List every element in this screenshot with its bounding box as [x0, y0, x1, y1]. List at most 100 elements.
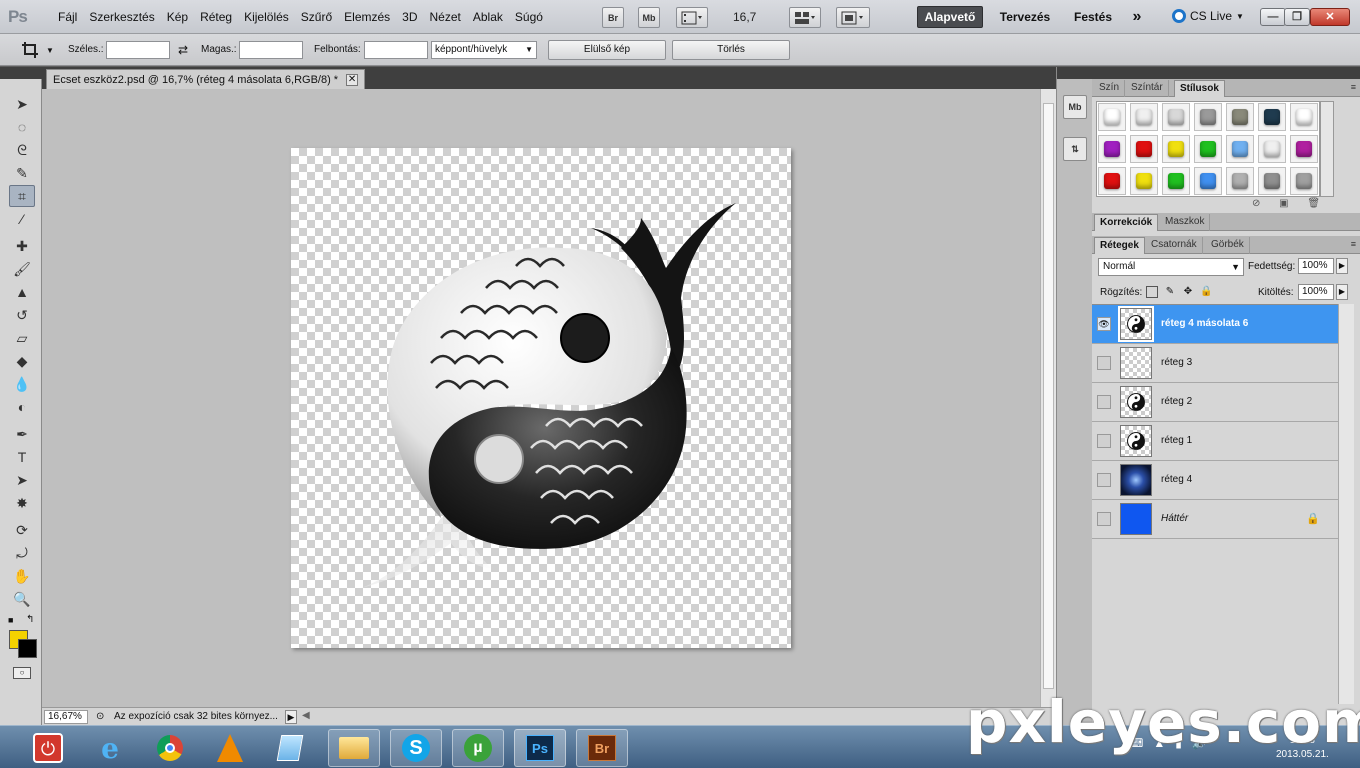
lock-all-icon[interactable]: 🔒	[1200, 286, 1212, 298]
layers-scrollbar[interactable]	[1338, 304, 1354, 704]
eyedropper-tool-icon[interactable]: ⁄	[9, 208, 35, 230]
clone-stamp-tool-icon[interactable]: ▲	[9, 281, 35, 303]
style-swatch[interactable]	[1194, 167, 1222, 195]
blur-tool-icon[interactable]: 💧	[9, 373, 35, 395]
resolution-input[interactable]	[364, 41, 428, 59]
document-info-icon[interactable]: ⊙	[96, 711, 104, 722]
fill-input[interactable]: 100%	[1298, 284, 1334, 300]
style-swatch[interactable]	[1162, 135, 1190, 163]
notes-button[interactable]	[264, 729, 316, 767]
workspace-more-button[interactable]: »	[1126, 6, 1148, 28]
layer-row[interactable]: réteg 3	[1092, 344, 1338, 383]
layer-row[interactable]: réteg 1	[1092, 422, 1338, 461]
menu-image[interactable]: Kép	[161, 10, 194, 24]
marquee-tool-icon[interactable]: ◌	[9, 116, 35, 138]
panel-menu-icon[interactable]: ≡	[1351, 239, 1356, 249]
clear-button[interactable]: Törlés	[672, 40, 790, 60]
style-swatch[interactable]	[1098, 103, 1126, 131]
style-swatch[interactable]	[1194, 135, 1222, 163]
minimize-button[interactable]: —	[1260, 8, 1286, 26]
visibility-eye-icon[interactable]	[1097, 473, 1111, 487]
hscroll-left-icon[interactable]: ◀	[302, 710, 310, 721]
move-tool-icon[interactable]: ➤	[9, 93, 35, 115]
layer-row[interactable]: Háttér 🔒	[1092, 500, 1338, 539]
menu-edit[interactable]: Szerkesztés	[83, 10, 160, 24]
type-tool-icon[interactable]: T	[9, 446, 35, 468]
resolution-unit-select[interactable]: képpont/hüvelyk ▼	[431, 41, 537, 59]
style-swatch[interactable]	[1162, 167, 1190, 195]
width-input[interactable]	[106, 41, 170, 59]
arrange-documents-button[interactable]	[789, 7, 821, 28]
blend-mode-select[interactable]: Normál ▼	[1098, 258, 1244, 276]
height-input[interactable]	[239, 41, 303, 59]
style-swatch[interactable]	[1194, 103, 1222, 131]
style-swatch[interactable]	[1130, 167, 1158, 195]
front-image-button[interactable]: Elülső kép	[548, 40, 666, 60]
skype-button[interactable]: S	[390, 729, 442, 767]
panels-header[interactable]	[1092, 67, 1360, 79]
close-button[interactable]: ✕	[1310, 8, 1350, 26]
healing-brush-tool-icon[interactable]: ✚	[9, 235, 35, 257]
bridge-button[interactable]: Br	[602, 7, 624, 28]
workspace-painting[interactable]: Festés	[1068, 6, 1118, 28]
style-swatch[interactable]	[1290, 103, 1318, 131]
style-swatch[interactable]	[1290, 167, 1318, 195]
tab-curves[interactable]: Görbék	[1206, 237, 1250, 254]
chrome-button[interactable]	[144, 729, 196, 767]
internet-explorer-button[interactable]: e	[84, 729, 136, 767]
tool-preset-chevron-icon[interactable]: ▼	[46, 46, 54, 55]
menu-view[interactable]: Nézet	[424, 10, 467, 24]
workspace-design[interactable]: Tervezés	[992, 6, 1058, 28]
style-swatch[interactable]	[1226, 103, 1254, 131]
tab-styles[interactable]: Stílusok	[1174, 80, 1225, 97]
document-tab[interactable]: Ecset eszköz2.psd @ 16,7% (réteg 4 másol…	[46, 69, 366, 89]
style-swatch[interactable]	[1258, 167, 1286, 195]
quick-selection-tool-icon[interactable]: ✎	[9, 162, 35, 184]
bridge-taskbar-button[interactable]: Br	[576, 729, 628, 767]
dodge-tool-icon[interactable]: ◐	[9, 396, 35, 418]
layer-row[interactable]: 👁 réteg 4 másolata 6	[1092, 305, 1338, 344]
style-swatch[interactable]	[1162, 103, 1190, 131]
cs-live-button[interactable]: CS Live ▼	[1172, 9, 1244, 23]
restore-button[interactable]: ❐	[1284, 8, 1310, 26]
eraser-tool-icon[interactable]: ▱	[9, 327, 35, 349]
style-swatch[interactable]	[1258, 103, 1286, 131]
background-color-swatch[interactable]	[18, 639, 37, 658]
styles-scrollbar[interactable]	[1320, 101, 1334, 197]
view-extras-button[interactable]	[676, 7, 708, 28]
layer-row[interactable]: réteg 4	[1092, 461, 1338, 500]
styles-footer-icons[interactable]: ⊘ ▣ 🗑	[1252, 198, 1328, 209]
toolbox-header[interactable]	[0, 67, 42, 79]
menu-filter[interactable]: Szűrő	[295, 10, 338, 24]
menu-select[interactable]: Kijelölés	[238, 10, 295, 24]
3d-orbit-tool-icon[interactable]: ⤾	[9, 542, 35, 564]
style-swatch[interactable]	[1226, 135, 1254, 163]
scrollbar-thumb[interactable]	[1043, 103, 1054, 689]
menu-3d[interactable]: 3D	[396, 10, 423, 24]
history-brush-tool-icon[interactable]: ↺	[9, 304, 35, 326]
tab-color[interactable]: Szín	[1094, 80, 1126, 97]
utorrent-button[interactable]: µ	[452, 729, 504, 767]
explorer-button[interactable]	[328, 729, 380, 767]
lock-position-icon[interactable]: ✥	[1182, 286, 1194, 298]
style-swatch[interactable]	[1098, 135, 1126, 163]
tab-swatches[interactable]: Színtár	[1126, 80, 1169, 97]
brush-tool-icon[interactable]: 🖌	[9, 258, 35, 280]
swap-colors-icon[interactable]: ↰	[26, 614, 34, 625]
tab-channels[interactable]: Csatornák	[1146, 237, 1203, 254]
screen-mode-button[interactable]	[836, 7, 870, 28]
crop-tool-icon[interactable]: ⌗	[9, 185, 35, 207]
photoshop-taskbar-button[interactable]: Ps	[514, 729, 566, 767]
shutdown-button[interactable]: ⏻	[22, 729, 74, 767]
status-zoom-input[interactable]: 16,67%	[44, 710, 88, 724]
3d-rotate-tool-icon[interactable]: ⟳	[9, 519, 35, 541]
style-swatch[interactable]	[1290, 135, 1318, 163]
lasso-tool-icon[interactable]: ᘓ	[9, 139, 35, 161]
panel-menu-icon[interactable]: ≡	[1351, 82, 1356, 92]
status-menu-arrow-icon[interactable]: ▶	[285, 710, 297, 724]
layer-row[interactable]: réteg 2	[1092, 383, 1338, 422]
close-icon[interactable]: ✕	[346, 73, 359, 86]
dock-header[interactable]	[1057, 67, 1093, 79]
lock-transparency-icon[interactable]	[1146, 286, 1158, 298]
minibridge-icon[interactable]: Mb	[1063, 95, 1087, 119]
